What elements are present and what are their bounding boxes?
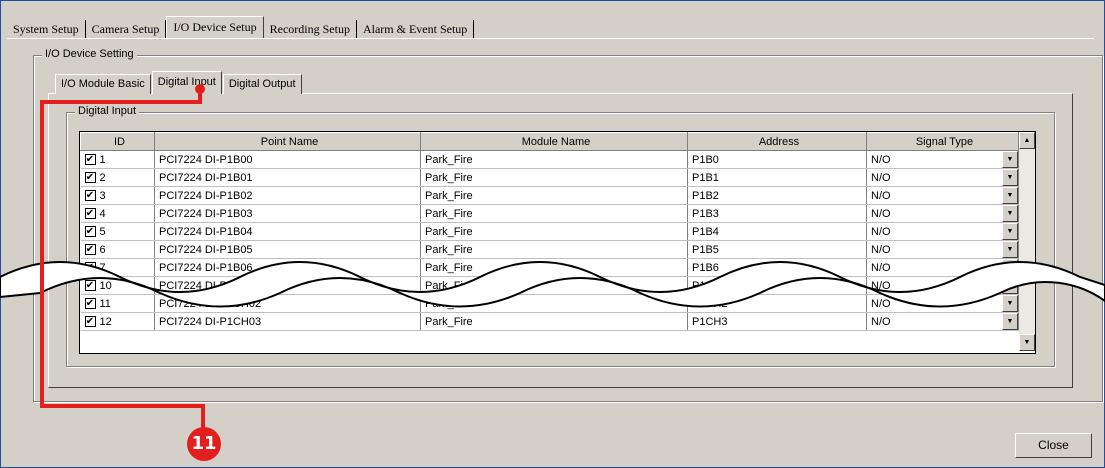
row-id: 2	[99, 171, 106, 184]
checkmark-icon[interactable]: ✔	[84, 226, 96, 238]
chevron-down-icon[interactable]: ▼	[1002, 151, 1018, 168]
row-id: 6	[99, 243, 106, 256]
signal-type-value: N/O	[871, 315, 891, 328]
chevron-down-icon[interactable]: ▼	[1002, 169, 1018, 186]
table-row[interactable]: ✔ 2 PCI7224 DI-P1B01 Park_Fire P1B1 N/O ▼	[80, 168, 1019, 187]
address-cell: P1B3	[687, 204, 867, 223]
digital-input-grid[interactable]: ID Point Name Module Name Address Signal…	[79, 131, 1036, 354]
signal-type-value: N/O	[871, 171, 891, 184]
checkmark-icon[interactable]: ✔	[84, 244, 96, 256]
inner-group-title: Digital Input	[75, 105, 140, 117]
torn-break-graphic	[0, 261, 1105, 308]
address-cell: P1CH3	[687, 312, 867, 331]
row-id: 4	[99, 207, 106, 220]
point-name-cell: PCI7224 DI-P1CH03	[154, 312, 421, 331]
id-cell: ✔ 4	[80, 204, 155, 223]
scroll-dropdown-icon[interactable]: ▼	[1019, 334, 1035, 351]
callout-line-top	[40, 100, 202, 104]
module-name-cell: Park_Fire	[420, 222, 688, 241]
address-cell: P1B1	[687, 168, 867, 187]
signal-type-value: N/O	[871, 207, 891, 220]
chevron-down-icon[interactable]: ▼	[1002, 205, 1018, 222]
id-cell: ✔ 12	[80, 312, 155, 331]
callout-dot	[195, 84, 205, 94]
checkmark-icon[interactable]: ✔	[84, 316, 96, 328]
chevron-down-icon[interactable]: ▼	[1002, 223, 1018, 240]
id-cell: ✔ 3	[80, 186, 155, 205]
tab-alarm-event-setup[interactable]: Alarm & Event Setup	[357, 20, 475, 38]
table-row[interactable]: ✔ 12 PCI7224 DI-P1CH03 Park_Fire P1CH3 N/O ▼	[80, 312, 1019, 331]
table-row[interactable]: ✔ 3 PCI7224 DI-P1B02 Park_Fire P1B2 N/O ▼	[80, 186, 1019, 205]
tab-camera-setup[interactable]: Camera Setup	[86, 20, 167, 38]
arrow-up-icon[interactable]: ▲	[1019, 132, 1035, 149]
callout-badge: 11	[187, 427, 221, 461]
signal-type-value: N/O	[871, 243, 891, 256]
id-cell: ✔ 2	[80, 168, 155, 187]
signal-type-value: N/O	[871, 189, 891, 202]
tab-divider	[7, 38, 1094, 39]
column-header-address[interactable]: Address	[687, 132, 867, 151]
checkmark-icon[interactable]: ✔	[84, 154, 96, 166]
signal-type-cell[interactable]: N/O ▼	[866, 204, 1019, 223]
id-cell: ✔ 1	[80, 150, 155, 169]
group-title: I/O Device Setting	[42, 48, 137, 60]
tab-digital-input[interactable]: Digital Input	[151, 71, 222, 94]
row-id: 1	[99, 153, 106, 166]
module-name-cell: Park_Fire	[420, 150, 688, 169]
table-row[interactable]: ✔ 1 PCI7224 DI-P1B00 Park_Fire P1B0 N/O ▼	[80, 150, 1019, 169]
checkmark-icon[interactable]: ✔	[84, 172, 96, 184]
tab-io-device-setup[interactable]: I/O Device Setup	[166, 16, 264, 38]
address-cell: P1B2	[687, 186, 867, 205]
signal-type-cell[interactable]: N/O ▼	[866, 150, 1019, 169]
table-header-row: ID Point Name Module Name Address Signal…	[80, 132, 1019, 151]
column-header-id[interactable]: ID	[80, 132, 155, 151]
callout-line-vertical	[40, 100, 44, 407]
sub-tab-bar: I/O Module Basic Digital Input Digital O…	[55, 71, 303, 94]
tab-recording-setup[interactable]: Recording Setup	[264, 20, 357, 38]
signal-type-value: N/O	[871, 225, 891, 238]
module-name-cell: Park_Fire	[420, 204, 688, 223]
signal-type-cell[interactable]: N/O ▼	[866, 168, 1019, 187]
signal-type-cell[interactable]: N/O ▼	[866, 222, 1019, 241]
point-name-cell: PCI7224 DI-P1B01	[154, 168, 421, 187]
point-name-cell: PCI7224 DI-P1B02	[154, 186, 421, 205]
column-header-signal-type[interactable]: Signal Type	[866, 132, 1019, 151]
point-name-cell: PCI7224 DI-P1B03	[154, 204, 421, 223]
column-header-point-name[interactable]: Point Name	[154, 132, 421, 151]
point-name-cell: PCI7224 DI-P1B00	[154, 150, 421, 169]
tab-system-setup[interactable]: System Setup	[7, 20, 86, 38]
column-header-module-name[interactable]: Module Name	[420, 132, 688, 151]
table-row[interactable]: ✔ 5 PCI7224 DI-P1B04 Park_Fire P1B4 N/O ▼	[80, 222, 1019, 241]
signal-type-value: N/O	[871, 153, 891, 166]
module-name-cell: Park_Fire	[420, 312, 688, 331]
address-cell: P1B4	[687, 222, 867, 241]
main-tab-bar: System Setup Camera Setup I/O Device Set…	[7, 16, 475, 38]
signal-type-cell[interactable]: N/O ▼	[866, 186, 1019, 205]
row-id: 5	[99, 225, 106, 238]
module-name-cell: Park_Fire	[420, 168, 688, 187]
row-id: 12	[99, 315, 112, 328]
chevron-down-icon[interactable]: ▼	[1002, 187, 1018, 204]
signal-type-cell[interactable]: N/O ▼	[866, 312, 1019, 331]
tab-io-module-basic[interactable]: I/O Module Basic	[55, 74, 151, 94]
checkmark-icon[interactable]: ✔	[84, 208, 96, 220]
checkmark-icon[interactable]: ✔	[84, 190, 96, 202]
chevron-down-icon[interactable]: ▼	[1002, 313, 1018, 330]
callout-line-bottom	[40, 404, 205, 408]
module-name-cell: Park_Fire	[420, 186, 688, 205]
tab-digital-output[interactable]: Digital Output	[222, 74, 302, 94]
address-cell: P1B0	[687, 150, 867, 169]
table-row[interactable]: ✔ 4 PCI7224 DI-P1B03 Park_Fire P1B3 N/O ▼	[80, 204, 1019, 223]
vertical-scrollbar[interactable]: ▲ ▼	[1019, 132, 1035, 351]
close-button[interactable]: Close	[1015, 433, 1092, 458]
point-name-cell: PCI7224 DI-P1B04	[154, 222, 421, 241]
row-id: 3	[99, 189, 106, 202]
id-cell: ✔ 5	[80, 222, 155, 241]
